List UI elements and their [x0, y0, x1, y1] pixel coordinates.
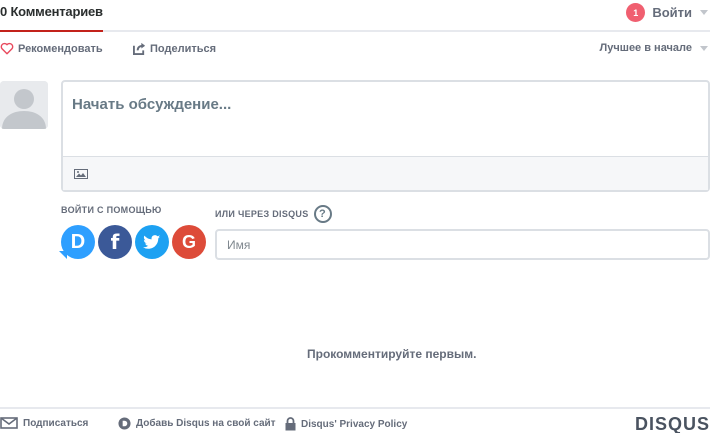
comment-input[interactable]: Начать обсуждение... [72, 96, 231, 113]
share-button[interactable]: Поделиться [133, 42, 216, 55]
sort-dropdown[interactable]: Лучшее в начале [600, 42, 710, 54]
social-login-label: ВОЙТИ С ПОМОЩЬЮ [61, 205, 162, 215]
lock-icon [285, 417, 296, 431]
google-logo-icon: G [181, 231, 196, 252]
add-disqus-link[interactable]: Добавь Disqus на свой сайт [118, 417, 276, 430]
disqus-logo-icon: D [70, 230, 86, 253]
name-field[interactable] [215, 229, 710, 260]
chevron-down-icon [700, 45, 708, 51]
envelope-icon [0, 417, 18, 429]
guest-label-text: ИЛИ ЧЕРЕЗ DISQUS [215, 209, 309, 219]
heart-icon [0, 42, 14, 55]
privacy-policy-link[interactable]: Disqus' Privacy Policy [285, 417, 407, 431]
help-icon[interactable]: ? [313, 205, 332, 223]
facebook-logo-icon: f [110, 230, 120, 254]
empty-state-message: Прокомментируйте первым. [307, 347, 477, 361]
chevron-down-icon[interactable] [700, 10, 708, 15]
image-upload-icon[interactable] [74, 169, 88, 179]
twitter-login-button[interactable] [135, 225, 169, 259]
composer-toolbar [63, 156, 708, 190]
facebook-login-button[interactable]: f [98, 225, 132, 259]
subscribe-link[interactable]: Подписаться [0, 417, 88, 429]
comment-composer[interactable]: Начать обсуждение... [61, 80, 710, 192]
disqus-logo[interactable]: DISQUS [635, 414, 710, 433]
guest-login-label: ИЛИ ЧЕРЕЗ DISQUS ? [215, 205, 332, 223]
google-login-button[interactable]: G [172, 225, 206, 259]
share-icon [133, 42, 146, 55]
footer: Подписаться Добавь Disqus на свой сайт D… [0, 407, 710, 433]
disqus-d-icon [118, 417, 131, 430]
thread-header: 0 Комментариев 1 Войти [0, 0, 710, 32]
login-menu[interactable]: 1 Войти [626, 3, 710, 22]
thread-actions: Рекомендовать Поделиться Лучшее в начале [0, 42, 710, 62]
social-login-buttons: D f G [61, 225, 209, 259]
tab-comments-count[interactable]: 0 Комментариев [0, 0, 103, 32]
comments-count-label: 0 Комментариев [0, 4, 103, 19]
user-silhouette-icon [0, 81, 48, 129]
privacy-policy-label: Disqus' Privacy Policy [301, 418, 408, 430]
sort-label: Лучшее в начале [599, 42, 692, 54]
login-label[interactable]: Войти [652, 5, 692, 20]
disqus-login-button[interactable]: D [61, 225, 95, 259]
subscribe-label: Подписаться [23, 417, 89, 429]
share-label: Поделиться [150, 42, 217, 55]
twitter-bird-icon [143, 234, 161, 249]
avatar [0, 81, 48, 129]
notification-badge[interactable]: 1 [626, 3, 646, 22]
recommend-label: Рекомендовать [18, 42, 103, 55]
add-disqus-label: Добавь Disqus на свой сайт [136, 418, 276, 429]
recommend-button[interactable]: Рекомендовать [0, 42, 103, 55]
